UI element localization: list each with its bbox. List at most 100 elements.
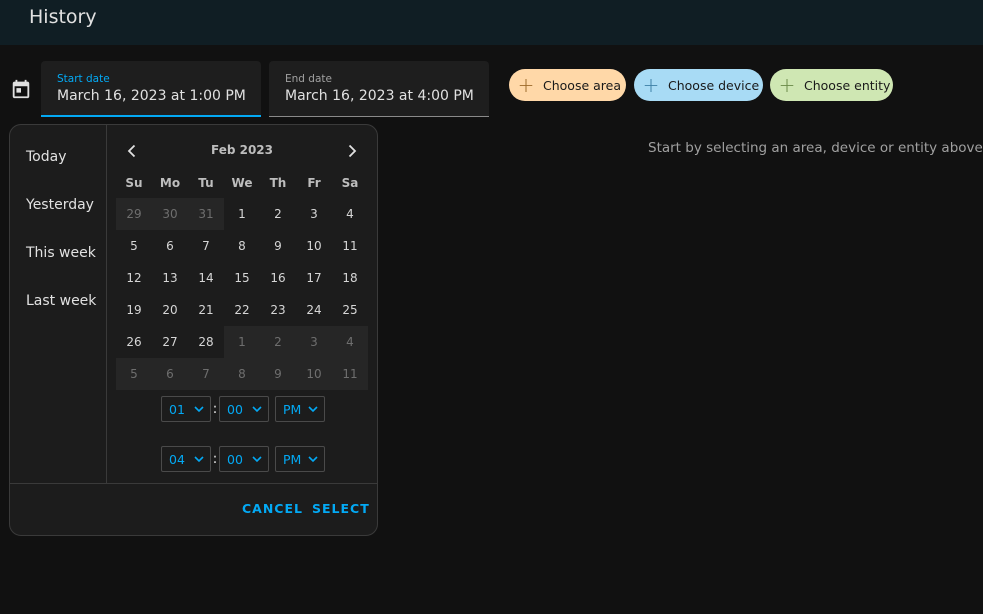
calendar-day[interactable]: 13 [152,262,188,294]
end-ampm-value: PM [283,451,302,467]
choose-device-label: Choose device [668,77,760,93]
calendar-day[interactable]: 2 [260,326,296,358]
calendar-day[interactable]: 24 [296,294,332,326]
calendar-day[interactable]: 10 [296,230,332,262]
chevron-down-icon [194,406,204,413]
chevron-down-icon [308,406,318,413]
calendar-day[interactable]: 5 [116,358,152,390]
weekday-label: Sa [341,176,359,190]
calendar-day[interactable]: 3 [296,198,332,230]
plus-icon: + [642,73,660,97]
calendar-day[interactable]: 6 [152,358,188,390]
calendar-day[interactable]: 28 [188,326,224,358]
choose-entity-chip[interactable]: + Choose entity [770,69,893,101]
weekday-label: Tu [198,176,214,190]
plus-icon: + [517,73,535,97]
time-separator: : [212,401,218,417]
calendar-day[interactable]: 11 [332,358,368,390]
calendar-day[interactable]: 3 [296,326,332,358]
calendar-day[interactable]: 20 [152,294,188,326]
chevron-down-icon [252,456,262,463]
end-date-field[interactable]: End date March 16, 2023 at 4:00 PM [269,61,489,117]
weekday-label: Fr [307,176,321,190]
end-hour-value: 04 [169,451,185,467]
plus-icon: + [778,73,796,97]
start-minute-value: 00 [227,401,243,417]
empty-state-hint: Start by selecting an area, device or en… [648,140,983,156]
start-hour-select[interactable]: 01 [161,396,211,422]
choose-entity-label: Choose entity [804,77,891,93]
start-ampm-select[interactable]: PM [275,396,325,422]
chevron-down-icon [252,406,262,413]
chevron-down-icon [308,456,318,463]
calendar-icon[interactable] [10,78,32,100]
calendar-day[interactable]: 23 [260,294,296,326]
calendar-day[interactable]: 14 [188,262,224,294]
start-date-field[interactable]: Start date March 16, 2023 at 1:00 PM [41,61,261,117]
calendar-day[interactable]: 8 [224,230,260,262]
chevron-right-icon[interactable] [344,143,360,159]
calendar-day[interactable]: 6 [152,230,188,262]
calendar-day[interactable]: 16 [260,262,296,294]
start-date-label: Start date [57,73,110,85]
calendar-day[interactable]: 9 [260,230,296,262]
calendar-day[interactable]: 4 [332,326,368,358]
choose-device-chip[interactable]: + Choose device [634,69,763,101]
app-header: History [0,0,983,45]
range-yesterday[interactable]: Yesterday [26,197,94,213]
date-range-picker: Today Yesterday This week Last week Feb … [9,124,378,536]
calendar-day[interactable]: 12 [116,262,152,294]
footer-divider [10,483,377,484]
start-time-row: 01 : 00 PM [161,396,325,422]
calendar-day[interactable]: 17 [296,262,332,294]
calendar-day[interactable]: 1 [224,198,260,230]
calendar-day[interactable]: 8 [224,358,260,390]
calendar-day[interactable]: 11 [332,230,368,262]
cancel-button[interactable]: CANCEL [242,501,303,516]
weekday-label: Mo [159,176,181,190]
calendar-day[interactable]: 7 [188,358,224,390]
start-minute-select[interactable]: 00 [219,396,269,422]
calendar-day[interactable]: 7 [188,230,224,262]
end-minute-value: 00 [227,451,243,467]
range-last-week[interactable]: Last week [26,293,96,309]
quick-ranges: Today Yesterday This week Last week [10,125,107,483]
weekday-label: We [231,176,253,190]
weekday-label: Su [125,176,143,190]
calendar-day[interactable]: 4 [332,198,368,230]
calendar-day[interactable]: 22 [224,294,260,326]
range-this-week[interactable]: This week [26,245,96,261]
calendar-day[interactable]: 29 [116,198,152,230]
calendar-day[interactable]: 1 [224,326,260,358]
calendar-day[interactable]: 9 [260,358,296,390]
weekday-label: Th [269,176,287,190]
end-date-value: March 16, 2023 at 4:00 PM [285,88,474,104]
choose-area-label: Choose area [543,77,621,93]
calendar-day[interactable]: 31 [188,198,224,230]
calendar-day[interactable]: 10 [296,358,332,390]
chevron-left-icon[interactable] [124,143,140,159]
calendar-day[interactable]: 27 [152,326,188,358]
chevron-down-icon [194,456,204,463]
select-button[interactable]: SELECT [312,501,370,516]
calendar-day[interactable]: 30 [152,198,188,230]
calendar-day[interactable]: 25 [332,294,368,326]
calendar-day[interactable]: 18 [332,262,368,294]
end-date-label: End date [285,73,332,85]
calendar-day[interactable]: 19 [116,294,152,326]
range-today[interactable]: Today [26,149,67,165]
end-minute-select[interactable]: 00 [219,446,269,472]
end-hour-select[interactable]: 04 [161,446,211,472]
calendar-day[interactable]: 2 [260,198,296,230]
time-separator: : [212,451,218,467]
start-date-value: March 16, 2023 at 1:00 PM [57,88,246,104]
end-ampm-select[interactable]: PM [275,446,325,472]
calendar-day[interactable]: 21 [188,294,224,326]
calendar-day[interactable]: 26 [116,326,152,358]
calendar-day[interactable]: 5 [116,230,152,262]
start-ampm-value: PM [283,401,302,417]
end-time-row: 04 : 00 PM [161,446,325,472]
choose-area-chip[interactable]: + Choose area [509,69,626,101]
calendar-day[interactable]: 15 [224,262,260,294]
start-hour-value: 01 [169,401,185,417]
